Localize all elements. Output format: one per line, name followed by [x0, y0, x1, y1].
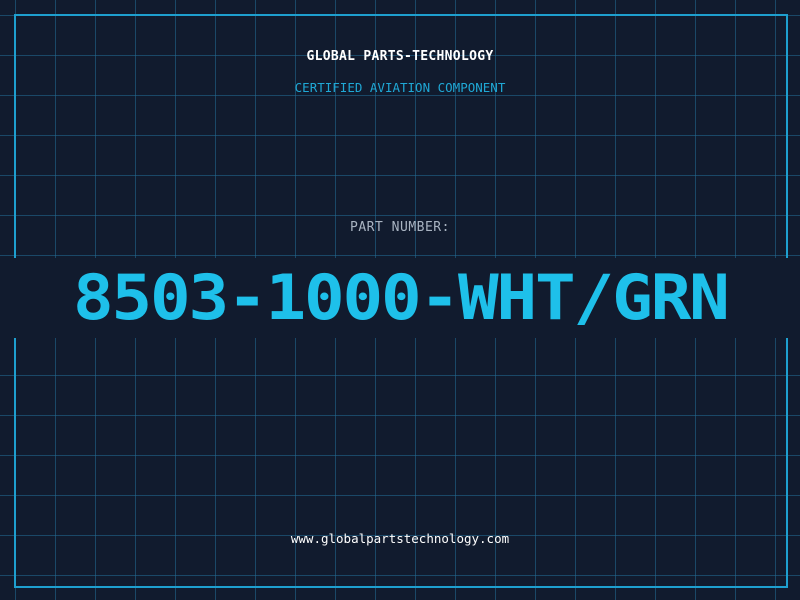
certification-subtitle: CERTIFIED AVIATION COMPONENT [294, 80, 506, 95]
website-url: www.globalpartstechnology.com [290, 531, 510, 546]
part-number-band: 8503-1000-WHT/GRN [0, 258, 800, 338]
part-number-value: 8503-1000-WHT/GRN [72, 261, 730, 334]
part-number-label: PART NUMBER: [350, 220, 450, 235]
company-name: GLOBAL PARTS-TECHNOLOGY [306, 49, 494, 64]
